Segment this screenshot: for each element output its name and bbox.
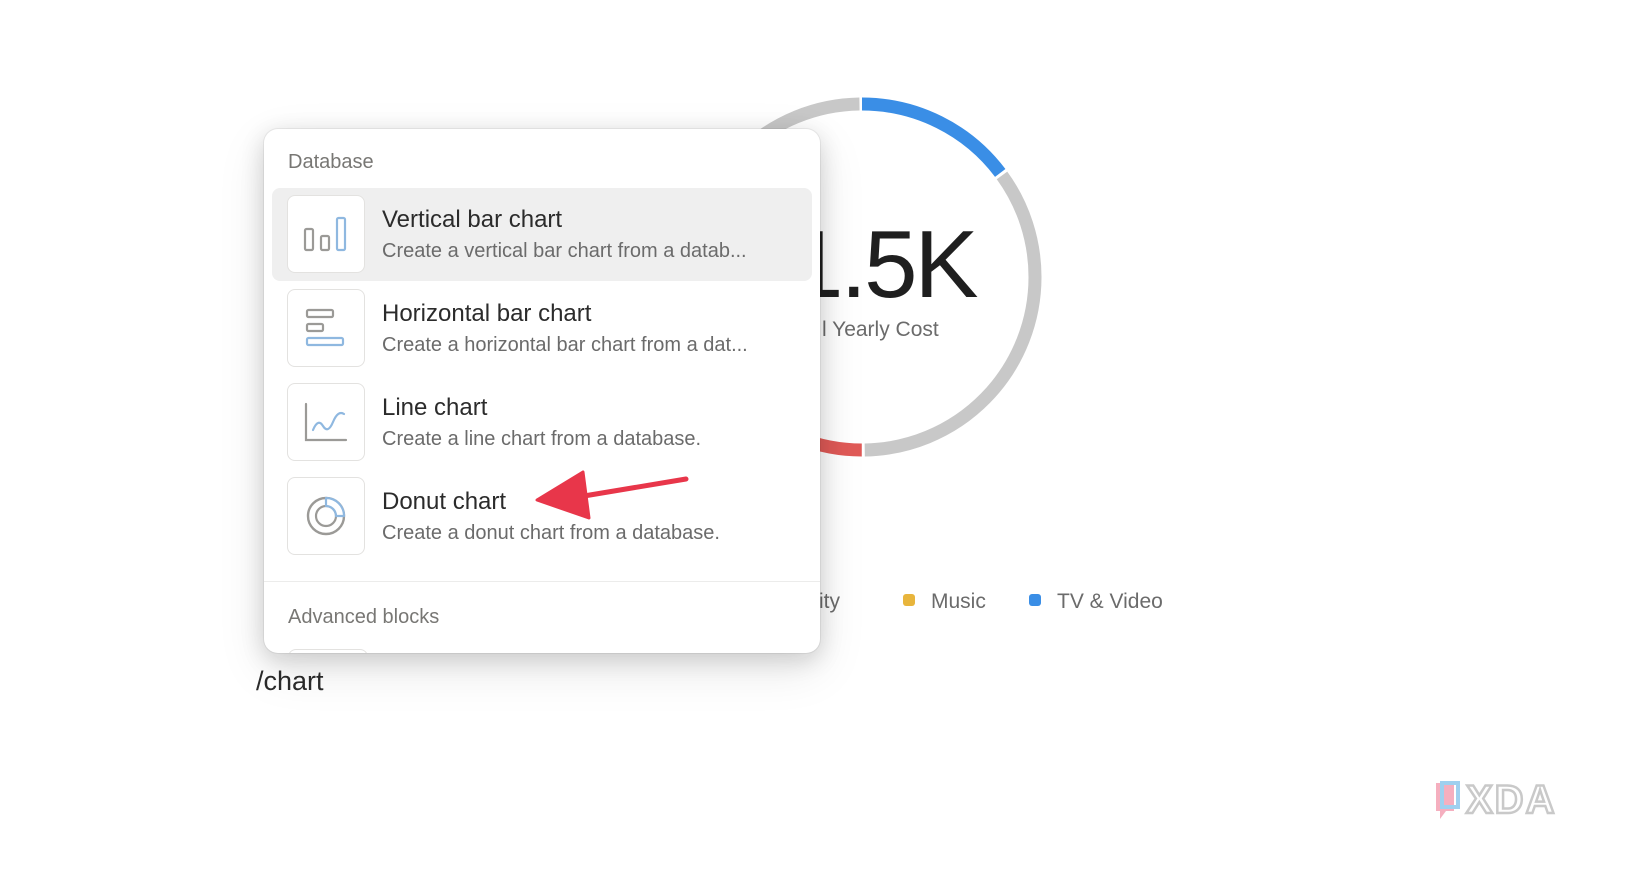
- menu-item-description: Create a horizontal bar chart from a dat…: [382, 334, 748, 356]
- menu-item-title: Horizontal bar chart: [382, 300, 592, 327]
- legend-label: Music: [931, 590, 986, 613]
- vertical-bar-chart-icon: [287, 195, 365, 273]
- legend-item-music: Music: [903, 590, 986, 614]
- slash-command-input[interactable]: /chart: [256, 666, 324, 697]
- section-title-database: Database: [288, 151, 374, 173]
- slash-command-menu: Database Vertical bar chart Create a ver…: [264, 129, 820, 653]
- horizontal-bar-chart-icon: [287, 289, 365, 367]
- menu-item-title: Vertical bar chart: [382, 206, 563, 233]
- donut-chart-icon: [287, 477, 365, 555]
- legend-swatch: [1029, 594, 1041, 607]
- menu-item-donut-chart[interactable]: Donut chart Create a donut chart from a …: [272, 470, 812, 563]
- background-donut-chart: [682, 97, 1042, 457]
- menu-item-vertical-bar-chart[interactable]: Vertical bar chart Create a vertical bar…: [272, 188, 812, 281]
- menu-item-line-chart[interactable]: Line chart Create a line chart from a da…: [272, 376, 812, 469]
- xda-logo: XDA: [1436, 777, 1556, 823]
- menu-item-description: Create a donut chart from a database.: [382, 522, 720, 544]
- menu-item-title: Line chart: [382, 394, 488, 421]
- menu-item-title: Donut chart: [382, 488, 507, 515]
- menu-divider: [264, 581, 820, 582]
- legend-item-tv-video: TV & Video: [1029, 590, 1163, 614]
- line-chart-icon: [287, 383, 365, 461]
- next-item-thumbnail: [288, 649, 368, 653]
- page: 1.5K l Yearly Cost tivity Music TV & Vid…: [0, 0, 1650, 884]
- legend-swatch: [903, 594, 915, 607]
- menu-item-description: Create a line chart from a database.: [382, 428, 702, 450]
- menu-item-horizontal-bar-chart[interactable]: Horizontal bar chart Create a horizontal…: [272, 282, 812, 375]
- menu-item-description: Create a vertical bar chart from a datab…: [382, 240, 747, 262]
- donut-caption: l Yearly Cost: [822, 318, 939, 341]
- legend-label: TV & Video: [1057, 590, 1163, 613]
- section-title-advanced-blocks: Advanced blocks: [288, 606, 440, 628]
- svg-text:XDA: XDA: [1466, 778, 1556, 822]
